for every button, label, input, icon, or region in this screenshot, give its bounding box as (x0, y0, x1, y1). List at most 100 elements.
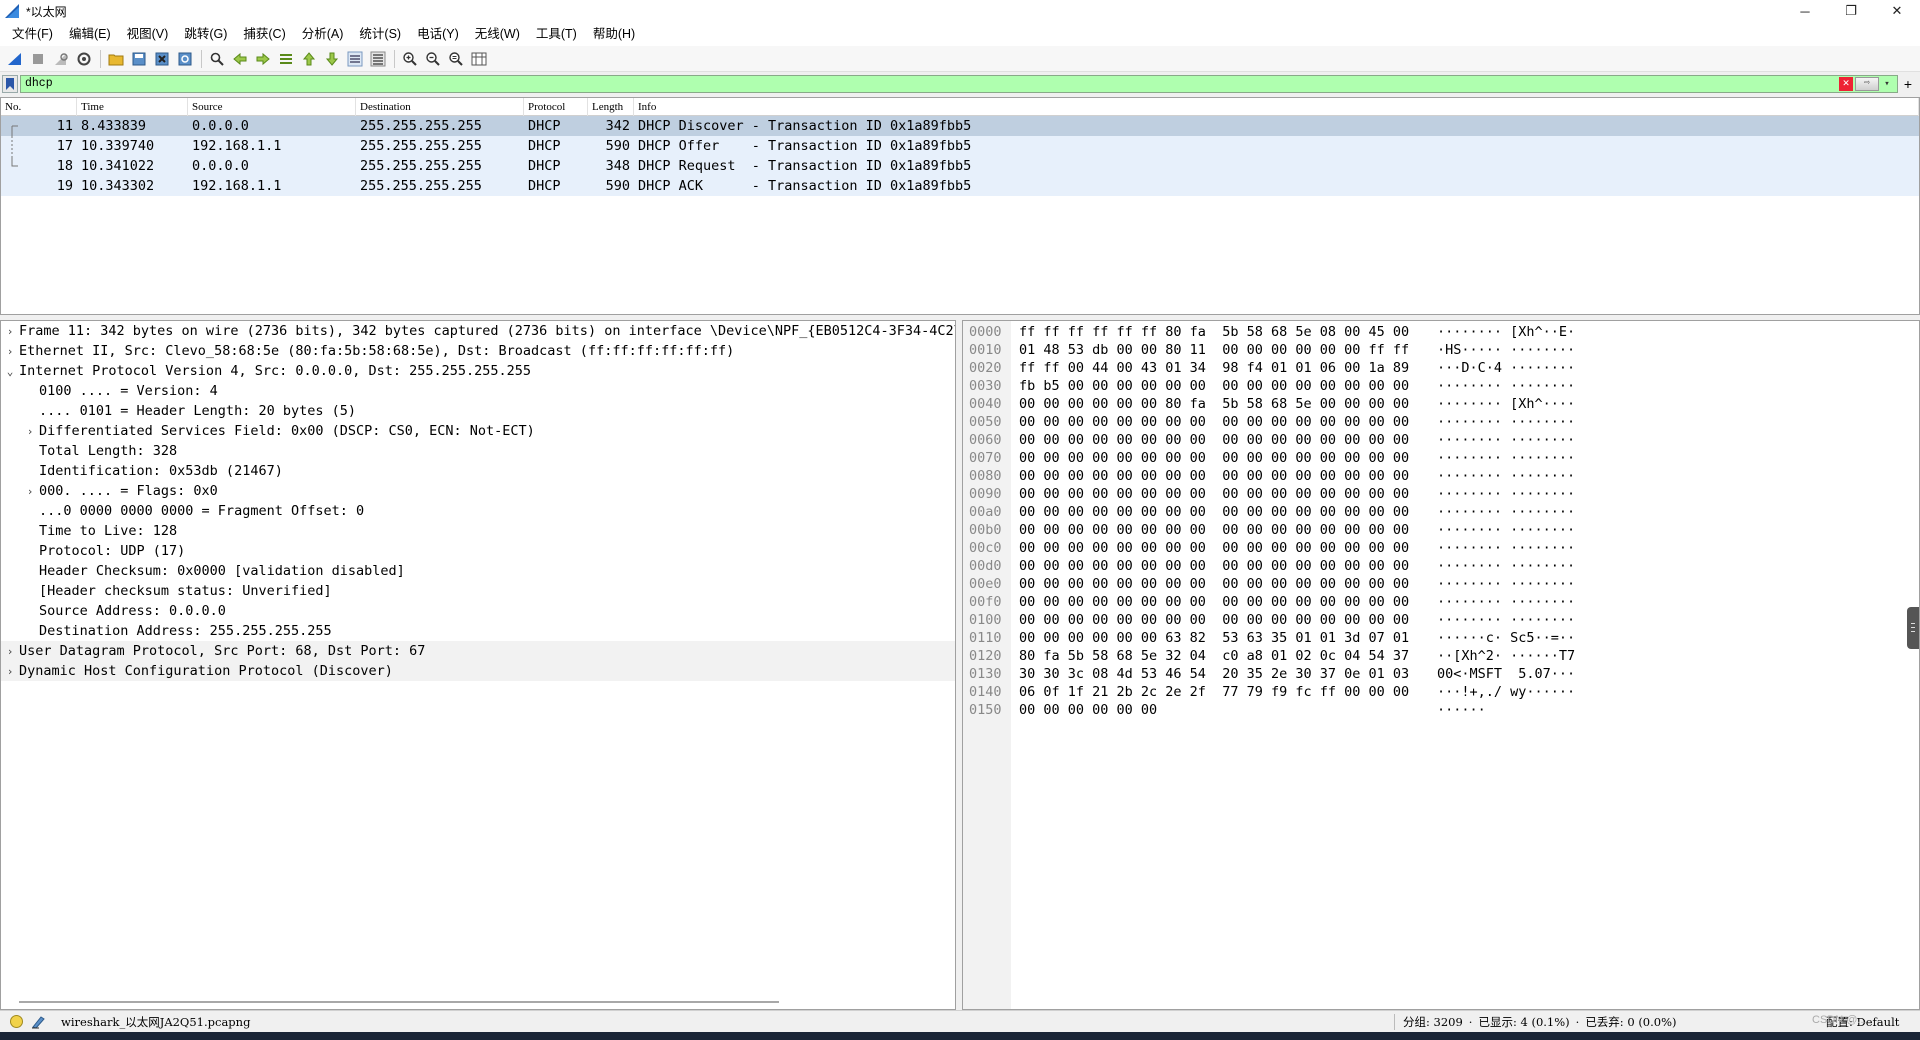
column-header-time[interactable]: Time (77, 98, 188, 116)
column-header-protocol[interactable]: Protocol (524, 98, 588, 116)
go-back-button[interactable] (229, 48, 251, 70)
chevron-right-icon[interactable]: › (1, 322, 19, 342)
open-file-button[interactable] (105, 48, 127, 70)
add-filter-button-icon[interactable]: + (1898, 76, 1918, 92)
zoom-out-button[interactable] (422, 48, 444, 70)
zoom-in-button[interactable] (399, 48, 421, 70)
menu-view[interactable]: 视图(V) (119, 22, 177, 46)
menu-wireless[interactable]: 无线(W) (467, 22, 528, 46)
column-header-no[interactable]: No. (1, 98, 77, 116)
detail-tree-item[interactable]: ⌄ Internet Protocol Version 4, Src: 0.0.0… (1, 361, 955, 381)
go-to-packet-button[interactable] (275, 48, 297, 70)
chevron-right-icon[interactable]: › (21, 422, 39, 442)
save-file-button[interactable] (128, 48, 150, 70)
filter-history-chevron-down-icon[interactable]: ▾ (1881, 77, 1893, 91)
last-packet-button[interactable] (321, 48, 343, 70)
menu-analyze[interactable]: 分析(A) (294, 22, 352, 46)
grip-line (1911, 627, 1915, 628)
detail-tree-item[interactable]: › 000. .... = Flags: 0x0 (1, 481, 955, 501)
status-separator (1394, 1014, 1395, 1030)
hex-ascii-column[interactable]: ········ [Xh^··E· ·HS····· ········ ···D·C… (1431, 321, 1919, 1009)
bookmark-icon (6, 78, 14, 90)
conversation-line-icon (11, 136, 13, 156)
column-header-source[interactable]: Source (188, 98, 356, 116)
hex-bytes-column[interactable]: ff ff ff ff ff ff 80 fa 5b 58 68 5e 08 0… (1011, 321, 1431, 1009)
minimize-button[interactable]: ─ (1782, 0, 1828, 22)
menu-telephony[interactable]: 电话(Y) (409, 22, 467, 46)
detail-tree-item[interactable]: › Differentiated Services Field: 0x00 (DS… (1, 421, 955, 441)
go-forward-button[interactable] (252, 48, 274, 70)
restart-capture-button[interactable] (50, 48, 72, 70)
horizontal-scrollbar[interactable] (19, 1001, 779, 1003)
detail-tree-text: ...0 0000 0000 0000 = Fragment Offset: 0 (39, 503, 365, 519)
close-button[interactable]: ✕ (1874, 0, 1920, 22)
capture-options-button[interactable] (73, 48, 95, 70)
start-capture-button[interactable] (4, 48, 26, 70)
packets-count: 分组: 3209 (1403, 1015, 1463, 1029)
detail-tree-item[interactable]: › Frame 11: 342 bytes on wire (2736 bits)… (1, 321, 955, 341)
close-icon: ✕ (1891, 3, 1903, 18)
clear-filter-icon[interactable]: ✕ (1839, 77, 1853, 91)
close-file-button[interactable] (151, 48, 173, 70)
detail-tree-item[interactable]: Source Address: 0.0.0.0 (1, 601, 955, 621)
detail-tree-item[interactable]: Destination Address: 255.255.255.255 (1, 621, 955, 641)
menu-help[interactable]: 帮助(H) (585, 22, 643, 46)
apply-filter-icon[interactable]: ⇨ (1855, 77, 1879, 91)
menu-go[interactable]: 跳转(G) (176, 22, 235, 46)
capture-comment-icon[interactable] (31, 1015, 47, 1029)
detail-tree-item[interactable]: › Ethernet II, Src: Clevo_58:68:5e (80:fa… (1, 341, 955, 361)
autoscroll-button[interactable] (344, 48, 366, 70)
detail-tree-text: Source Address: 0.0.0.0 (39, 603, 226, 619)
hex-bytes-line: 00 00 00 00 00 00 00 00 00 00 00 00 00 0… (1019, 432, 1410, 448)
hex-ascii-line: ········ ········ (1437, 594, 1576, 610)
detail-tree-item[interactable]: 0100 .... = Version: 4 (1, 381, 955, 401)
arrow-down-icon (325, 52, 339, 66)
stop-capture-button[interactable] (27, 48, 49, 70)
menu-file[interactable]: 文件(F) (4, 22, 61, 46)
hex-ascii-line: ········ ········ (1437, 414, 1576, 430)
detail-tree-item[interactable]: Identification: 0x53db (21467) (1, 461, 955, 481)
colorize-button[interactable] (367, 48, 389, 70)
packet-row[interactable]: 19 10.343302 192.168.1.1 255.255.255.255… (1, 176, 1919, 196)
chevron-right-icon[interactable]: › (21, 482, 39, 502)
restore-button[interactable]: ❐ (1828, 0, 1874, 22)
menu-edit[interactable]: 编辑(E) (61, 22, 119, 46)
packet-row[interactable]: 17 10.339740 192.168.1.1 255.255.255.255… (1, 136, 1919, 156)
chevron-right-icon[interactable]: › (1, 342, 19, 362)
detail-tree-item[interactable]: › User Datagram Protocol, Src Port: 68, D… (1, 641, 955, 661)
reload-file-button[interactable] (174, 48, 196, 70)
chevron-right-icon[interactable]: › (1, 662, 19, 682)
detail-tree-item[interactable]: [Header checksum status: Unverified] (1, 581, 955, 601)
column-header-length[interactable]: Length (588, 98, 634, 116)
filter-bookmark-button[interactable] (2, 75, 18, 93)
menu-tools[interactable]: 工具(T) (528, 22, 585, 46)
detail-tree-item[interactable]: › Dynamic Host Configuration Protocol (Di… (1, 661, 955, 681)
resize-columns-button[interactable] (468, 48, 490, 70)
column-header-info[interactable]: Info (634, 98, 1919, 116)
restart-icon (55, 52, 68, 65)
normal-size-button[interactable] (445, 48, 467, 70)
detail-tree-item[interactable]: Header Checksum: 0x0000 [validation disa… (1, 561, 955, 581)
detail-tree-item[interactable]: Time to Live: 128 (1, 521, 955, 541)
detail-tree-item[interactable]: Protocol: UDP (17) (1, 541, 955, 561)
menu-statistics[interactable]: 统计(S) (351, 22, 409, 46)
chevron-right-icon[interactable]: › (1, 642, 19, 662)
menu-capture[interactable]: 捕获(C) (235, 22, 293, 46)
find-packet-button[interactable] (206, 48, 228, 70)
detail-tree-item[interactable]: Total Length: 328 (1, 441, 955, 461)
packet-row[interactable]: 11 8.433839 0.0.0.0 255.255.255.255 DHCP… (1, 116, 1919, 136)
expert-info-icon[interactable] (10, 1015, 23, 1028)
display-filter-input[interactable]: dhcp ✕ ⇨ ▾ (20, 75, 1898, 93)
chevron-down-icon[interactable]: ⌄ (1, 362, 19, 382)
column-header-destination[interactable]: Destination (356, 98, 524, 116)
detail-tree-text: Identification: 0x53db (21467) (39, 463, 283, 479)
pane-scroll-handle[interactable] (1907, 607, 1919, 649)
first-packet-button[interactable] (298, 48, 320, 70)
detail-tree-item[interactable]: ...0 0000 0000 0000 = Fragment Offset: 0 (1, 501, 955, 521)
packet-info: DHCP Discover - Transaction ID 0x1a89fbb… (638, 118, 972, 134)
packet-row[interactable]: 18 10.341022 0.0.0.0 255.255.255.255 DHC… (1, 156, 1919, 176)
detail-tree-item[interactable]: .... 0101 = Header Length: 20 bytes (5) (1, 401, 955, 421)
packet-info: DHCP Offer - Transaction ID 0x1a89fbb5 (638, 138, 972, 154)
hex-offset: 0070 (969, 450, 1002, 466)
arrow-right-icon (256, 52, 270, 65)
